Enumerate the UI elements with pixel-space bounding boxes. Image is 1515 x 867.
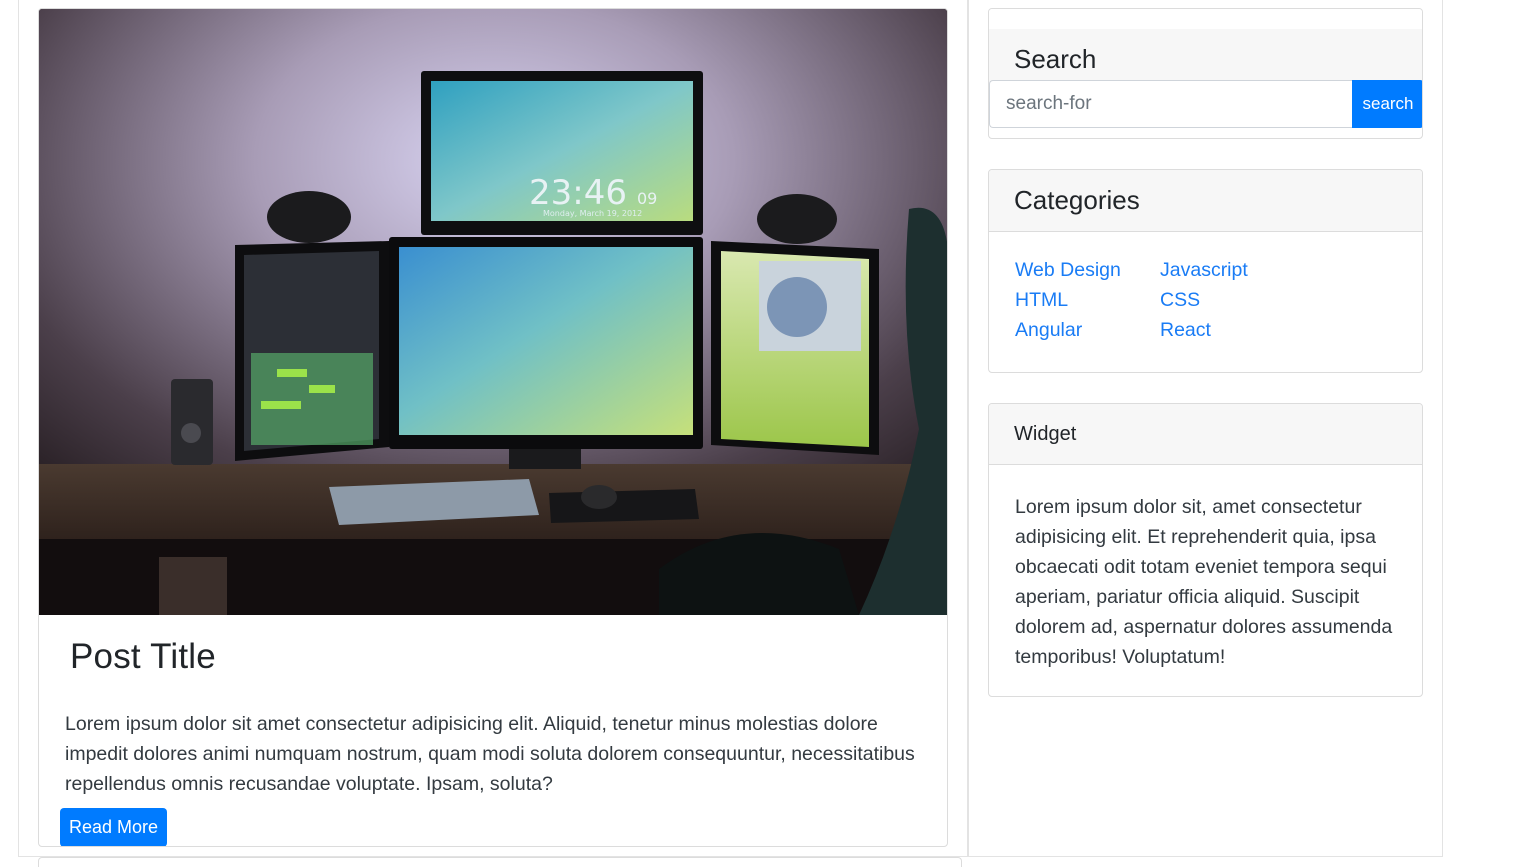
categories-widget: Categories Web Design Javascript HTML CS… [988, 169, 1423, 373]
read-more-button[interactable]: Read More [60, 808, 167, 846]
category-link-react[interactable]: React [1160, 318, 1305, 343]
category-link-html[interactable]: HTML [1015, 288, 1160, 313]
post-image: 23:46 09 Monday, March 19, 2012 [39, 9, 947, 615]
clock-date-text: Monday, March 19, 2012 [543, 209, 642, 218]
clock-seconds-text: 09 [637, 189, 657, 208]
next-post-card-edge [38, 857, 962, 867]
post-excerpt: Lorem ipsum dolor sit amet consectetur a… [65, 713, 915, 795]
search-widget: Search search [988, 8, 1423, 139]
post-title: Post Title [70, 637, 216, 676]
text-widget-header: Widget [989, 404, 1422, 465]
category-link-web-design[interactable]: Web Design [1015, 258, 1160, 283]
post-card: 23:46 09 Monday, March 19, 2012 Post Tit… [38, 8, 948, 847]
search-button[interactable]: search [1352, 80, 1422, 128]
search-input[interactable] [989, 80, 1352, 128]
categories-list: Web Design Javascript HTML CSS Angular R… [1015, 258, 1305, 343]
clock-time-text: 23:46 [529, 173, 627, 213]
search-widget-spacer [989, 9, 1422, 19]
text-widget-body: Lorem ipsum dolor sit, amet consectetur … [1015, 496, 1393, 668]
search-widget-title: Search [1014, 44, 1097, 74]
categories-widget-title: Categories [1014, 185, 1140, 215]
text-widget-title: Widget [1014, 422, 1077, 445]
category-link-css[interactable]: CSS [1160, 288, 1305, 313]
category-link-javascript[interactable]: Javascript [1160, 258, 1305, 283]
categories-widget-header: Categories [989, 170, 1422, 232]
text-widget: Widget Lorem ipsum dolor sit, amet conse… [988, 403, 1423, 697]
search-row: search [989, 80, 1422, 128]
category-link-angular[interactable]: Angular [1015, 318, 1160, 343]
